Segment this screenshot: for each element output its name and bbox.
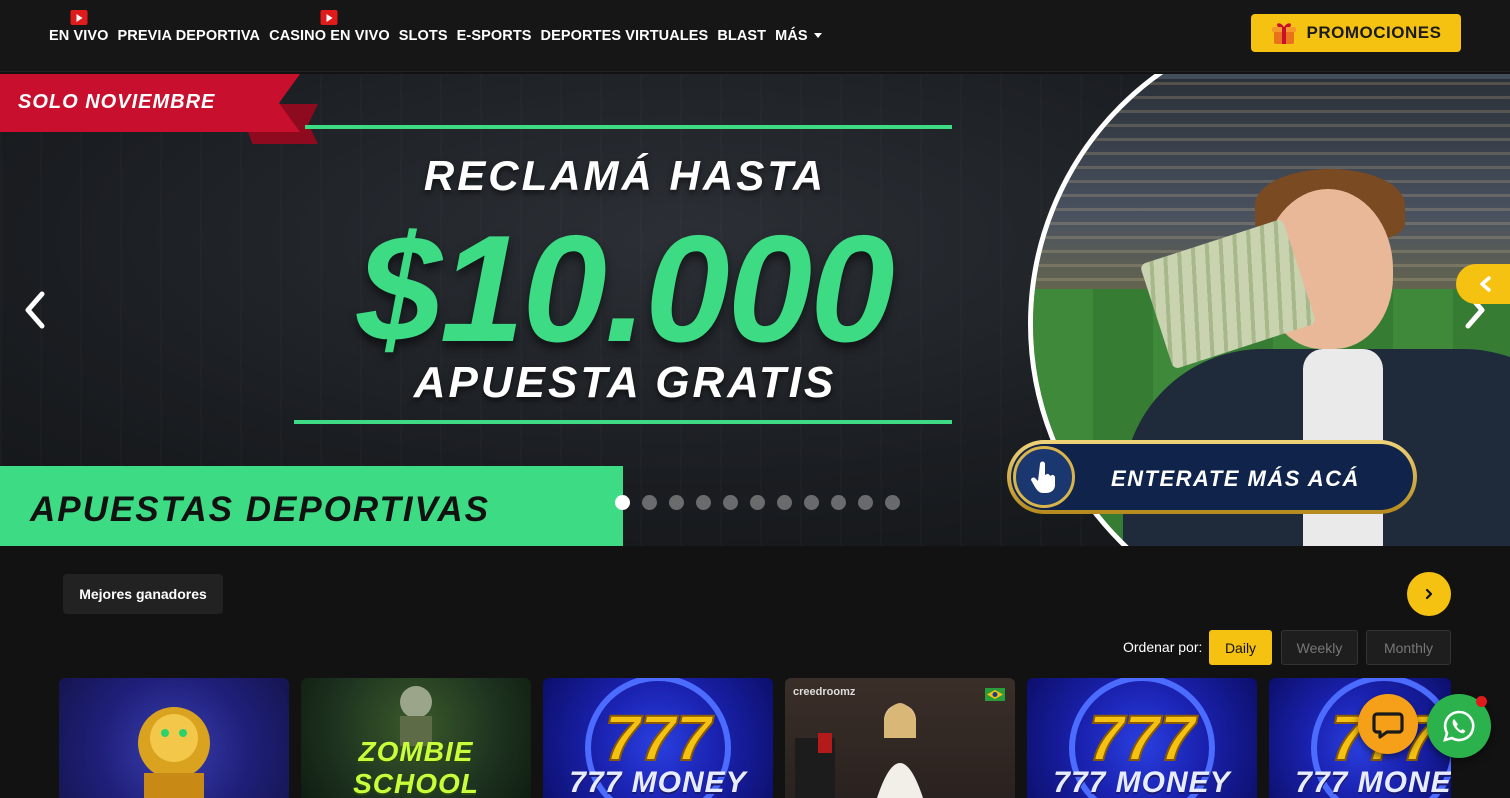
game-card[interactable]: creedroomz [785,678,1015,798]
nav-deportes-virtuales[interactable]: DEPORTES VIRTUALES [541,28,709,44]
chevron-left-icon [1480,276,1491,292]
live-play-icon [70,10,88,25]
live-play-icon [320,10,338,25]
carousel-dot[interactable] [669,495,684,510]
nav-en-vivo[interactable]: EN VIVO [49,10,109,44]
gift-icon [1271,23,1296,44]
nav-previa-deportiva[interactable]: PREVIA DEPORTIVA [118,28,261,44]
period-monthly[interactable]: Monthly [1366,630,1451,665]
promotions-label: PROMOCIONES [1306,23,1442,42]
game-card[interactable]: 777 777 MONEY [1027,678,1257,798]
nav-casino-en-vivo[interactable]: CASINO EN VIVO [269,10,390,44]
carousel-dot[interactable] [831,495,846,510]
nav-slots[interactable]: SLOTS [399,28,448,44]
nav-label: PREVIA DEPORTIVA [117,28,261,44]
game-card[interactable]: 777 777 MONEY [1269,678,1451,798]
promo-carousel: SOLO NOVIEMBRE RECLAMÁ HASTA $10.000 APU… [0,74,1510,546]
banner-subtitle: APUESTA GRATIS [413,358,837,407]
svg-text:777: 777 [1089,702,1199,774]
live-chat-button[interactable] [1358,694,1418,754]
nav-label: MÁS [775,28,808,44]
game-card[interactable]: ZOMBIE SCHOOL [301,678,531,798]
game-title: 777 MONEY [1295,766,1451,798]
winners-next-button[interactable] [1407,572,1451,616]
nav-e-sports[interactable]: E-SPORTS [457,28,532,44]
game-title: ZOMBIE SCHOOL [353,736,479,798]
chat-bubble-icon [1372,712,1404,739]
nav-label: BLAST [717,28,767,44]
nav-label: CASINO EN VIVO [269,28,390,44]
carousel-dot[interactable] [696,495,711,510]
carousel-dot[interactable] [723,495,738,510]
period-weekly[interactable]: Weekly [1281,630,1358,665]
carousel-dot[interactable] [615,495,630,510]
carousel-dot[interactable] [804,495,819,510]
winners-game-list: ZOMBIE SCHOOL 777 777 MONEY creedroomz 7… [59,678,1451,798]
ribbon-text: SOLO NOVIEMBRE [18,91,216,113]
nav-label: E-SPORTS [456,28,532,44]
learn-more-button[interactable]: ENTERATE MÁS ACÁ [1007,440,1417,514]
cta-inner: ENTERATE MÁS ACÁ [1011,444,1413,510]
game-card[interactable]: 777 777 MONEY [543,678,773,798]
cta-hand-circle [1013,446,1075,508]
carousel-prev-arrow-icon[interactable] [20,290,50,330]
nav-more-dropdown[interactable]: MÁS [775,28,822,44]
golden-lion-artwork [138,707,210,798]
game-title: 777 MONEY [1053,766,1231,798]
carousel-dot[interactable] [777,495,792,510]
nav-label: SLOTS [398,28,448,44]
nav-blast[interactable]: BLAST [717,28,766,44]
sort-label: Ordenar por: [1123,639,1203,655]
side-panel-toggle[interactable] [1456,264,1510,304]
top-navigation-bar: EN VIVO PREVIA DEPORTIVA CASINO EN VIVO … [0,0,1510,72]
nav-label: EN VIVO [49,28,109,44]
notification-dot [1476,696,1487,707]
nav-label: DEPORTES VIRTUALES [540,28,709,44]
divider-line-bottom [294,420,952,424]
svg-text:777: 777 [605,702,715,774]
top-winners-tab[interactable]: Mejores ganadores [63,574,223,614]
carousel-dot[interactable] [858,495,873,510]
game-title: 777 MONEY [569,766,747,798]
period-daily[interactable]: Daily [1209,630,1272,665]
category-tab: APUESTAS DEPORTIVAS [0,466,623,546]
carousel-dot[interactable] [642,495,657,510]
whatsapp-icon [1443,710,1475,742]
main-nav: EN VIVO PREVIA DEPORTIVA CASINO EN VIVO … [49,0,822,72]
banner-amount: $10.000 [357,204,894,374]
promotions-button[interactable]: PROMOCIONES [1251,14,1461,52]
carousel-dots [615,495,900,510]
pointer-hand-icon [1031,461,1055,493]
game-provider: creedroomz [793,686,856,698]
carousel-dot[interactable] [750,495,765,510]
chevron-right-icon [1425,588,1433,600]
divider-line-top [305,125,952,129]
carousel-dot[interactable] [885,495,900,510]
caret-down-icon [813,33,822,38]
cta-label: ENTERATE MÁS ACÁ [1111,466,1360,491]
game-card[interactable] [59,678,289,798]
banner-claim: RECLAMÁ HASTA [423,152,827,199]
category-label: APUESTAS DEPORTIVAS [30,490,491,529]
